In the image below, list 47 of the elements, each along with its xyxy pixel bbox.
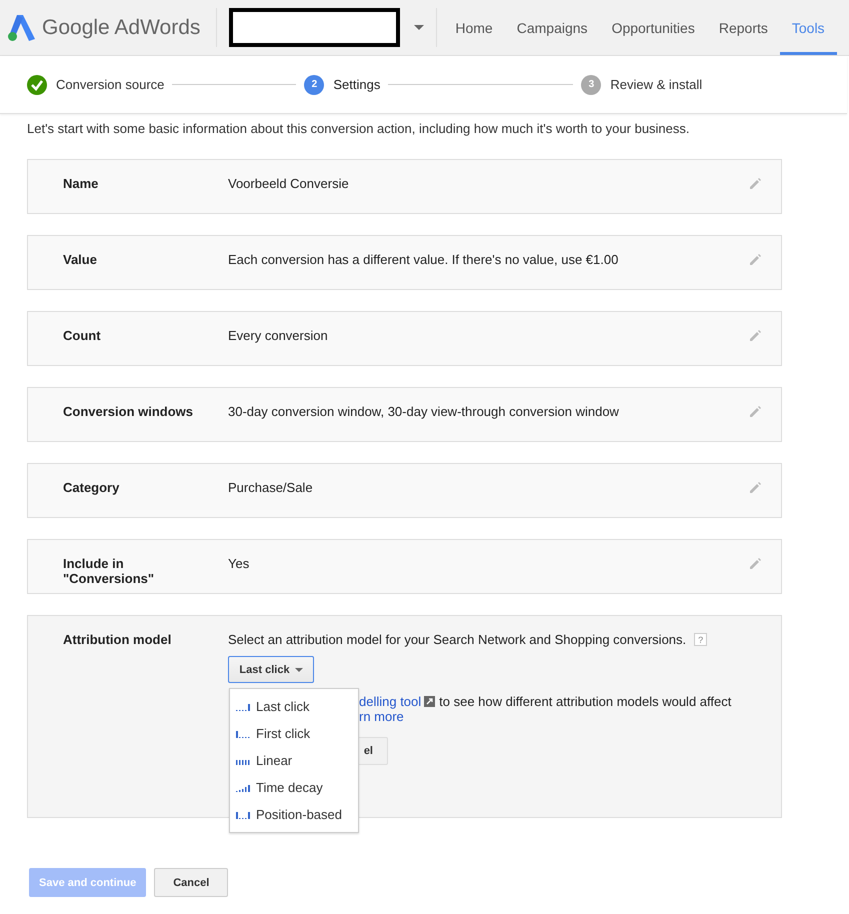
step-label: Settings: [333, 77, 380, 92]
setting-label: Conversion windows: [63, 404, 194, 419]
pencil-icon[interactable]: [749, 482, 761, 494]
nav-tab[interactable]: Home: [443, 3, 505, 55]
setting-value: Purchase/Sale: [228, 480, 314, 495]
setting-label: Include in "Conversions": [63, 556, 156, 586]
setting-label: Count: [63, 328, 102, 343]
pencil-icon[interactable]: [749, 254, 761, 266]
step-number: 2: [304, 74, 324, 94]
pencil-icon[interactable]: [749, 406, 761, 418]
setting-value: Every conversion: [228, 328, 329, 343]
tool-description: delling tool to see how different attribution models would affect rn more: [359, 694, 732, 724]
menu-item[interactable]: Position-based: [230, 801, 358, 828]
caret-icon: [294, 668, 303, 672]
setting-value: Yes: [228, 556, 250, 571]
cancel-button[interactable]: Cancel: [154, 868, 228, 897]
logo-icon: [8, 14, 36, 40]
pencil-icon[interactable]: [749, 330, 761, 342]
setting-value: 30-day conversion window, 30-day view-through conversion window: [228, 404, 620, 419]
nav-tab[interactable]: Campaigns: [504, 3, 600, 55]
position-model-icon: [236, 810, 251, 818]
decay-model-icon: [236, 784, 251, 792]
setting-label: Value: [63, 252, 98, 267]
help-button[interactable]: ?: [694, 633, 708, 646]
setting-label: Name: [63, 176, 100, 191]
intro-text: Let's start with some basic information about this conversion action, including how much it's worth to your business.: [27, 121, 691, 136]
account-selector[interactable]: [229, 8, 400, 47]
setting-label: Attribution model: [63, 632, 172, 649]
learn-more-link[interactable]: rn more: [359, 709, 404, 724]
setting-label: Category: [63, 480, 120, 495]
pencil-icon[interactable]: [749, 558, 761, 570]
modelling-tool-link[interactable]: delling tool: [359, 694, 422, 709]
external-link-icon[interactable]: [424, 696, 436, 707]
pencil-icon[interactable]: [749, 178, 761, 190]
setting-value: Each conversion has a different value. If there's no value, use €1.00: [228, 252, 620, 267]
step-label: Review & install: [610, 77, 702, 92]
step-label: Conversion source: [56, 77, 164, 92]
attribution-description: Select an attribution model for your Search Network and Shopping conversions.: [228, 632, 686, 647]
attribution-dropdown[interactable]: Last click: [228, 656, 314, 683]
menu-item[interactable]: Time decay: [230, 774, 358, 801]
nav-tab[interactable]: Reports: [706, 3, 780, 55]
caret-icon[interactable]: [414, 24, 424, 30]
step-number: 3: [581, 74, 602, 94]
menu-item[interactable]: Last click: [230, 693, 358, 720]
logo-text: Google AdWords: [42, 16, 200, 40]
setting-value: Voorbeeld Conversie: [228, 176, 350, 191]
nav-tab[interactable]: Opportunities: [600, 3, 707, 55]
